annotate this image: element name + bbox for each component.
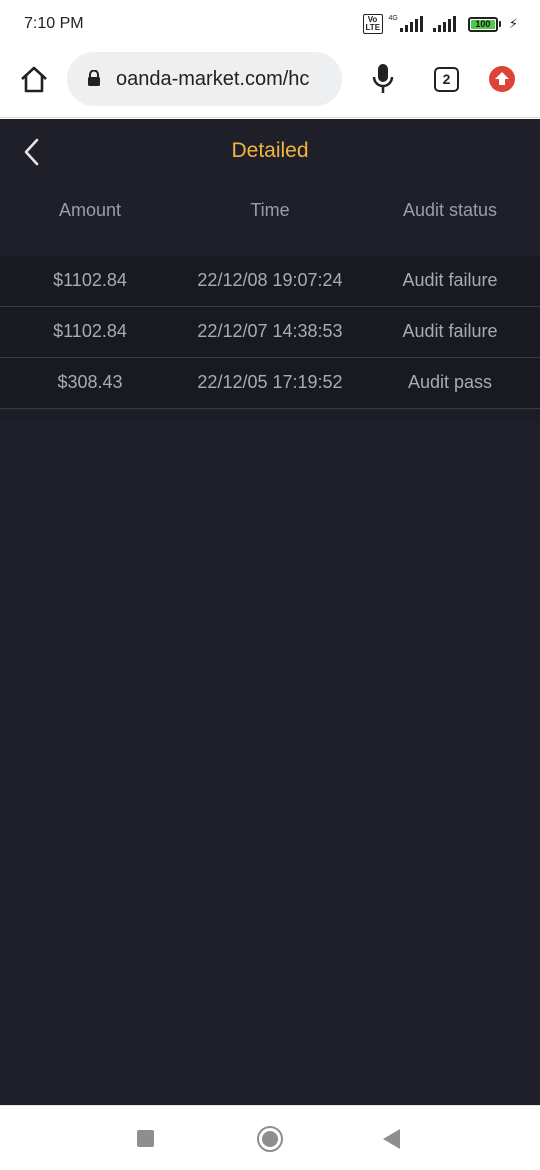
cell-amount: $308.43 xyxy=(57,372,123,392)
status-bar: 7:10 PM Vo LTE 4G 100 ⚡ xyxy=(0,0,540,48)
app-header: Detailed xyxy=(0,119,540,184)
cell-status: Audit pass xyxy=(407,372,493,392)
mic-icon[interactable] xyxy=(369,62,397,96)
system-nav-bar xyxy=(0,1105,540,1170)
header-amount: Amount xyxy=(58,200,122,220)
table-row: $1102.84 22/12/08 19:07:24 Audit failure xyxy=(0,256,540,307)
table-header: Amount Time Audit status xyxy=(0,184,540,246)
cell-time: 22/12/08 19:07:24 xyxy=(197,270,343,290)
cell-time: 22/12/05 17:19:52 xyxy=(197,372,343,392)
cell-amount: $1102.84 xyxy=(53,321,127,341)
status-icons: Vo LTE 4G 100 ⚡ xyxy=(362,14,518,34)
url-text: oanda-market.com/hc xyxy=(116,68,310,90)
cell-amount: $1102.84 xyxy=(53,270,127,290)
list-end-divider xyxy=(0,411,540,421)
charging-icon: ⚡ xyxy=(508,16,518,31)
lock-icon xyxy=(87,69,101,86)
volte-icon: Vo LTE xyxy=(362,14,383,34)
header-audit-status: Audit status xyxy=(402,200,498,220)
status-time: 7:10 PM xyxy=(24,15,84,32)
records-table: $1102.84 22/12/08 19:07:24 Audit failure… xyxy=(0,256,540,409)
home-icon[interactable] xyxy=(18,64,50,96)
update-icon[interactable] xyxy=(489,66,515,92)
battery-level: 100 xyxy=(470,19,495,29)
battery-icon: 100 xyxy=(467,16,501,32)
home-circle-icon[interactable] xyxy=(257,1126,283,1152)
browser-toolbar: oanda-market.com/hc 2 xyxy=(0,48,540,118)
cell-status: Audit failure xyxy=(402,270,498,290)
cell-time: 22/12/07 14:38:53 xyxy=(197,321,343,341)
cell-status: Audit failure xyxy=(402,321,498,341)
tabs-icon[interactable]: 2 xyxy=(434,67,459,92)
recents-icon[interactable] xyxy=(137,1130,154,1147)
signal-icon-2 xyxy=(432,16,456,32)
address-bar[interactable]: oanda-market.com/hc xyxy=(67,52,342,106)
header-time: Time xyxy=(250,200,290,220)
network-type: 4G xyxy=(388,14,398,22)
app-content: Detailed Amount Time Audit status $1102.… xyxy=(0,119,540,1105)
page-title: Detailed xyxy=(231,139,309,162)
table-row: $308.43 22/12/05 17:19:52 Audit pass xyxy=(0,358,540,409)
back-triangle-icon[interactable] xyxy=(383,1129,400,1149)
signal-icon xyxy=(399,16,423,32)
table-row: $1102.84 22/12/07 14:38:53 Audit failure xyxy=(0,307,540,358)
